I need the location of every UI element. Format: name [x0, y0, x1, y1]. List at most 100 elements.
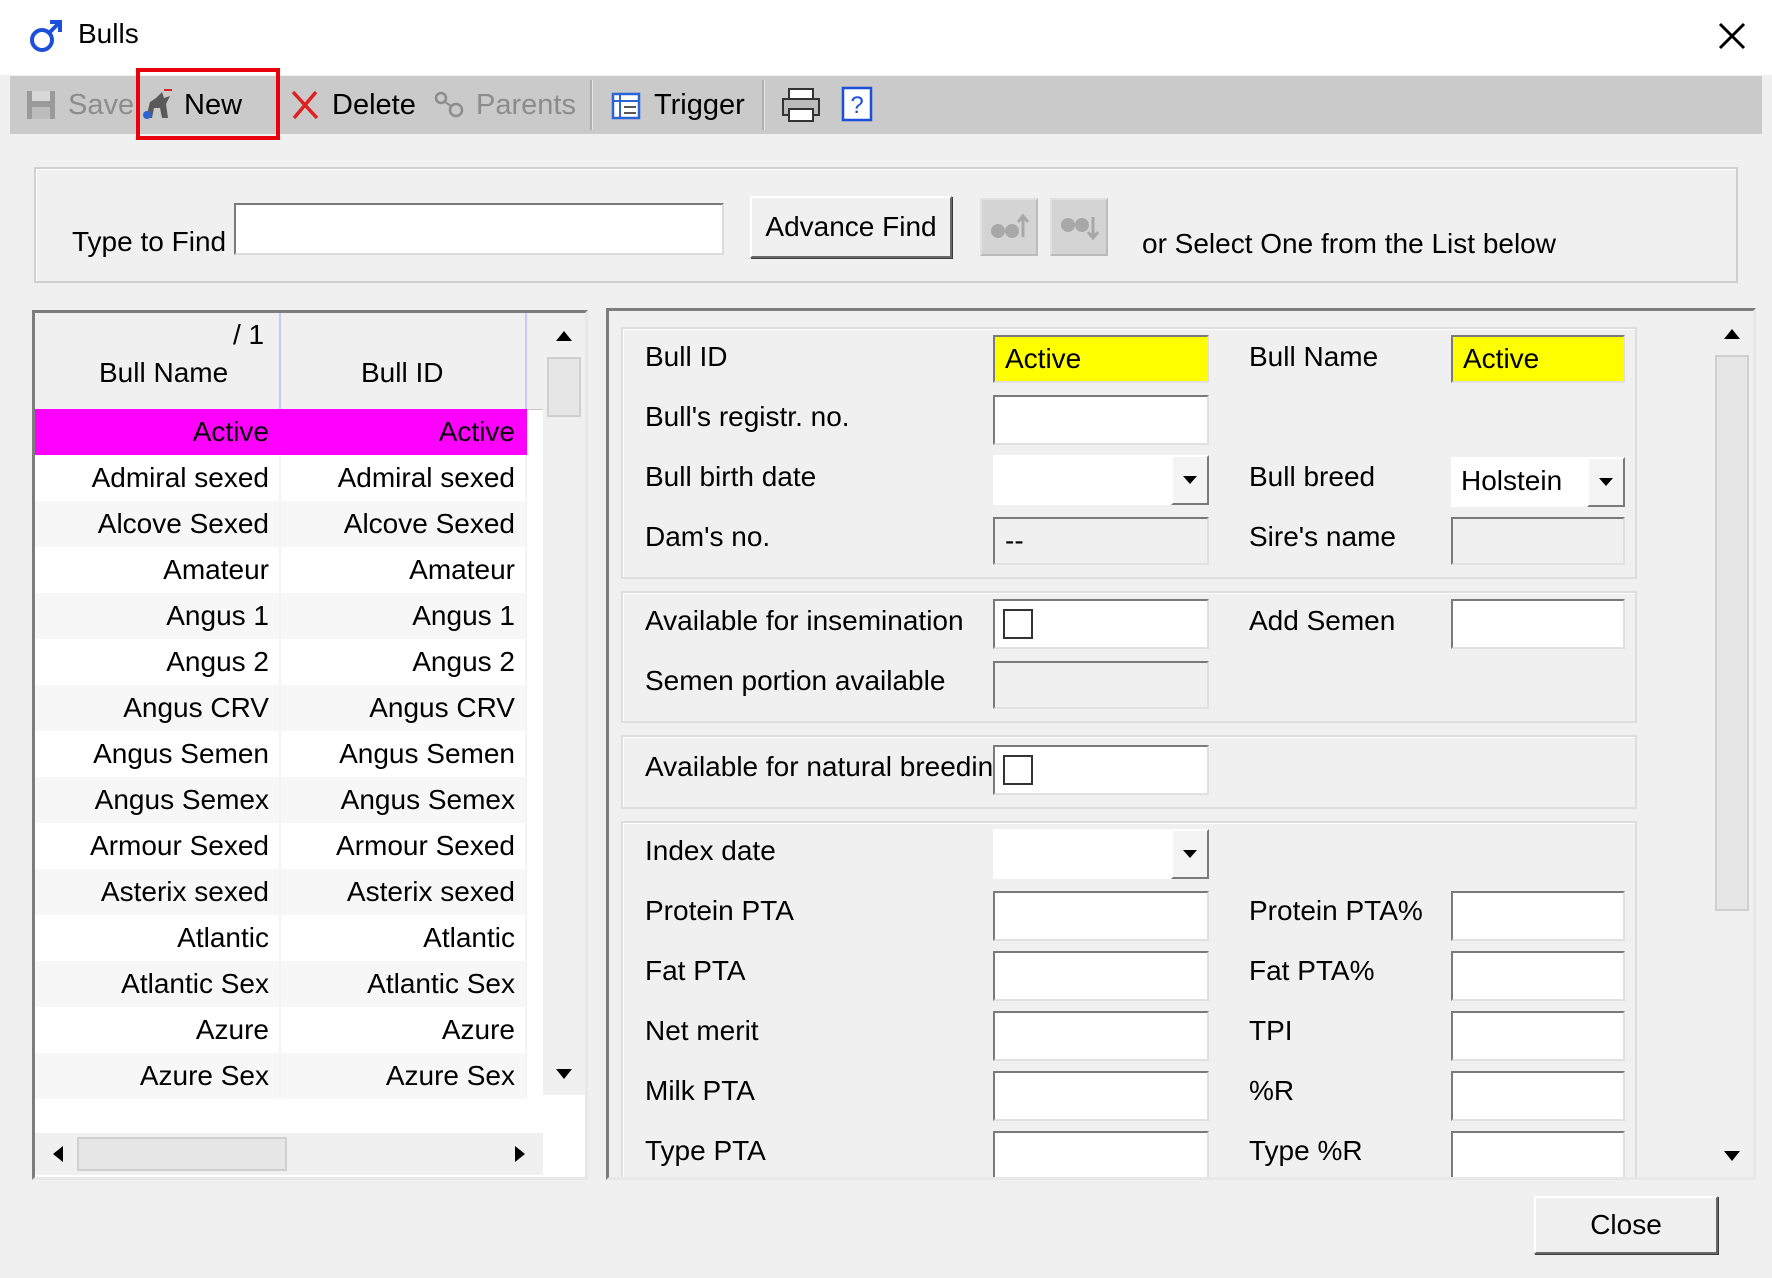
- detail-vertical-scrollbar[interactable]: [1711, 311, 1753, 1177]
- parents-button[interactable]: Parents: [432, 80, 576, 130]
- add-semen-field[interactable]: [1451, 599, 1625, 649]
- table-row[interactable]: Admiral sexed Admiral sexed: [35, 455, 551, 501]
- avail-insemination-label: Available for insemination: [645, 605, 964, 636]
- new-button-highlight: [136, 68, 280, 140]
- table-row[interactable]: Amateur Amateur: [35, 547, 551, 593]
- type-pct-r-field[interactable]: [1451, 1131, 1625, 1177]
- binoculars-down-icon: [1061, 217, 1099, 241]
- cell-bull-name: Admiral sexed: [35, 455, 281, 501]
- find-next-button[interactable]: [1050, 198, 1108, 256]
- table-row[interactable]: Atlantic Atlantic: [35, 915, 551, 961]
- avail-natural-cell: [993, 745, 1209, 795]
- trigger-button[interactable]: Trigger: [610, 80, 745, 130]
- pct-r-field[interactable]: [1451, 1071, 1625, 1121]
- avail-insemination-cell: [993, 599, 1209, 649]
- bull-id-label: Bull ID: [645, 341, 728, 372]
- triangle-left-icon: [53, 1146, 63, 1162]
- fat-pta-field[interactable]: [993, 951, 1209, 1001]
- table-row[interactable]: Angus CRV Angus CRV: [35, 685, 551, 731]
- cell-bull-name: Angus Semex: [35, 777, 281, 823]
- scroll-down-arrow[interactable]: [1713, 1137, 1751, 1175]
- advance-find-button[interactable]: Advance Find: [750, 196, 952, 258]
- scroll-down-arrow[interactable]: [545, 1055, 583, 1093]
- table-row[interactable]: Atlantic Sex Atlantic Sex: [35, 961, 551, 1007]
- bull-name-label: Bull Name: [1249, 341, 1379, 372]
- table-row[interactable]: Azure Azure: [35, 1007, 551, 1053]
- sires-name-field: [1451, 517, 1625, 565]
- cell-bull-name: Atlantic Sex: [35, 961, 281, 1007]
- cell-bull-id: Admiral sexed: [281, 455, 527, 501]
- scroll-thumb[interactable]: [547, 357, 581, 417]
- delete-button[interactable]: Delete: [288, 80, 416, 130]
- save-label: Save: [68, 88, 135, 121]
- birth-date-picker[interactable]: [993, 455, 1209, 505]
- protein-pta-pct-field[interactable]: [1451, 891, 1625, 941]
- table-row[interactable]: Armour Sexed Armour Sexed: [35, 823, 551, 869]
- milk-pta-field[interactable]: [993, 1071, 1209, 1121]
- find-input[interactable]: [234, 203, 724, 255]
- triangle-down-icon: [556, 1069, 572, 1079]
- chevron-down-icon: [1183, 850, 1197, 858]
- save-button[interactable]: Save: [24, 80, 134, 130]
- birth-date-dropdown-button[interactable]: [1171, 455, 1209, 505]
- breed-dropdown-button[interactable]: [1587, 457, 1625, 507]
- cell-bull-name: Angus 2: [35, 639, 281, 685]
- hscroll-thumb[interactable]: [77, 1137, 287, 1171]
- tpi-field[interactable]: [1451, 1011, 1625, 1061]
- scroll-right-arrow[interactable]: [501, 1135, 539, 1173]
- avail-insemination-checkbox[interactable]: [1003, 609, 1033, 639]
- cell-bull-name: Armour Sexed: [35, 823, 281, 869]
- cell-bull-id: Angus 2: [281, 639, 527, 685]
- index-date-dropdown-button[interactable]: [1171, 829, 1209, 879]
- table-row[interactable]: Angus 2 Angus 2: [35, 639, 551, 685]
- bull-name-field[interactable]: Active: [1451, 335, 1625, 383]
- save-disk-icon: [27, 91, 55, 119]
- cell-bull-id: Angus 1: [281, 593, 527, 639]
- protein-pta-pct-label: Protein PTA%: [1249, 895, 1423, 926]
- fat-pta-label: Fat PTA: [645, 955, 746, 986]
- table-row[interactable]: Asterix sexed Asterix sexed: [35, 869, 551, 915]
- cell-bull-name: Azure Sex: [35, 1053, 281, 1099]
- list-horizontal-scrollbar[interactable]: [35, 1133, 543, 1175]
- help-button[interactable]: ?: [840, 80, 876, 130]
- bull-list-grid[interactable]: / 1 Bull Name Bull ID Active Active Admira…: [32, 310, 588, 1180]
- cell-bull-name: Amateur: [35, 547, 281, 593]
- index-date-picker[interactable]: [993, 829, 1209, 879]
- index-date-label: Index date: [645, 835, 776, 866]
- scroll-thumb[interactable]: [1715, 355, 1749, 911]
- table-row[interactable]: Angus Semex Angus Semex: [35, 777, 551, 823]
- cell-bull-name: Active: [35, 409, 281, 455]
- cell-bull-name: Angus CRV: [35, 685, 281, 731]
- scroll-up-arrow[interactable]: [545, 317, 583, 355]
- list-vertical-scrollbar[interactable]: [543, 313, 585, 1095]
- close-button[interactable]: Close: [1534, 1196, 1718, 1254]
- bull-id-field[interactable]: Active: [993, 335, 1209, 383]
- column-header-bull-name[interactable]: / 1 Bull Name: [35, 313, 281, 409]
- bull-breed-select[interactable]: Holstein: [1451, 457, 1625, 507]
- milk-pta-label: Milk PTA: [645, 1075, 755, 1106]
- triangle-down-icon: [1724, 1151, 1740, 1161]
- table-row[interactable]: Active Active: [35, 409, 551, 455]
- close-icon[interactable]: [1710, 14, 1754, 58]
- fat-pta-pct-field[interactable]: [1451, 951, 1625, 1001]
- scroll-left-arrow[interactable]: [39, 1135, 77, 1173]
- table-row[interactable]: Angus Semen Angus Semen: [35, 731, 551, 777]
- net-merit-field[interactable]: [993, 1011, 1209, 1061]
- semen-portion-field: [993, 661, 1209, 709]
- registr-no-field[interactable]: [993, 395, 1209, 445]
- protein-pta-field[interactable]: [993, 891, 1209, 941]
- type-pta-field[interactable]: [993, 1131, 1209, 1177]
- table-row[interactable]: Angus 1 Angus 1: [35, 593, 551, 639]
- scroll-up-arrow[interactable]: [1713, 315, 1751, 353]
- cell-bull-id: Asterix sexed: [281, 869, 527, 915]
- table-row[interactable]: Alcove Sexed Alcove Sexed: [35, 501, 551, 547]
- triangle-right-icon: [515, 1146, 525, 1162]
- toolbar-separator: [762, 80, 765, 130]
- find-previous-button[interactable]: [980, 198, 1038, 256]
- column-header-bull-id[interactable]: Bull ID: [281, 313, 527, 409]
- toolbar-separator: [590, 80, 593, 130]
- help-icon: ?: [841, 86, 873, 122]
- avail-natural-checkbox[interactable]: [1003, 755, 1033, 785]
- print-button[interactable]: [780, 80, 822, 130]
- table-row[interactable]: Azure Sex Azure Sex: [35, 1053, 551, 1099]
